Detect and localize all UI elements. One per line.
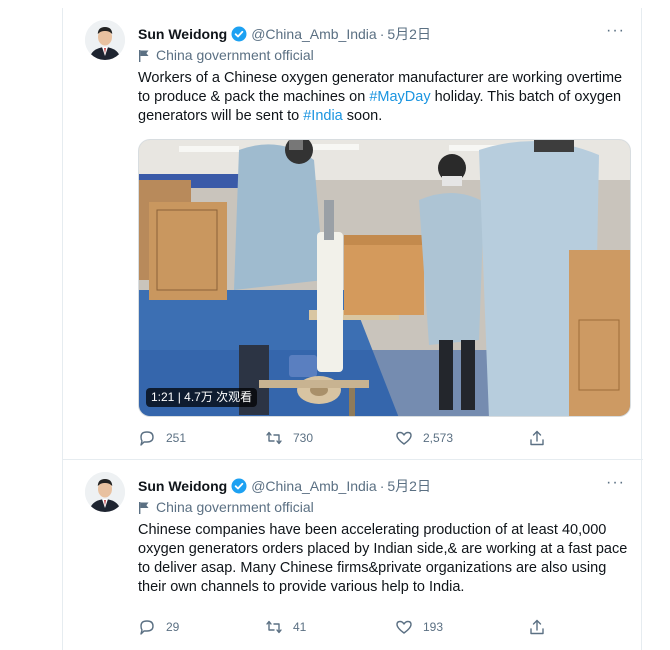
retweet-button[interactable]: 730 bbox=[265, 429, 313, 447]
video-player[interactable]: 1:21 | 4.7万 次观看 bbox=[138, 139, 631, 417]
retweet-count: 730 bbox=[293, 431, 314, 445]
like-icon bbox=[396, 620, 412, 634]
share-icon bbox=[530, 430, 544, 446]
like-count: 2,573 bbox=[423, 431, 454, 445]
timestamp[interactable]: 5月2日 bbox=[387, 24, 431, 44]
reply-count: 29 bbox=[166, 620, 180, 634]
video-view-count-badge: 1:21 | 4.7万 次观看 bbox=[146, 388, 258, 407]
tweet-header: Sun Weidong @China_Amb_India · 5月2日 bbox=[138, 476, 431, 496]
retweet-icon bbox=[266, 620, 282, 634]
verified-badge-icon bbox=[231, 26, 247, 42]
account-label: China government official bbox=[138, 47, 314, 63]
separator-dot: · bbox=[379, 26, 385, 42]
verified-badge-icon bbox=[231, 478, 247, 494]
hashtag-link[interactable]: #India bbox=[303, 108, 343, 124]
flag-icon bbox=[139, 49, 149, 62]
timestamp[interactable]: 5月2日 bbox=[387, 476, 431, 496]
action-bar: 251 730 2,573 bbox=[138, 429, 558, 449]
account-label-text: China government official bbox=[156, 499, 314, 515]
account-label: China government official bbox=[138, 499, 314, 515]
like-icon bbox=[396, 431, 412, 445]
hashtag-link[interactable]: #MayDay bbox=[369, 89, 430, 105]
reply-button[interactable]: 251 bbox=[138, 429, 186, 447]
action-bar: 29 41 193 bbox=[138, 618, 558, 638]
tweet[interactable]: Sun Weidong @China_Amb_India · 5月2日 ··· … bbox=[63, 8, 643, 460]
share-button[interactable] bbox=[528, 429, 556, 447]
author-name[interactable]: Sun Weidong bbox=[138, 478, 227, 494]
avatar[interactable] bbox=[85, 472, 125, 512]
flag-icon bbox=[139, 501, 149, 514]
avatar[interactable] bbox=[85, 20, 125, 60]
reply-icon bbox=[140, 431, 154, 446]
tweet-text: Chinese companies have been accelerating… bbox=[138, 522, 628, 595]
author-handle[interactable]: @China_Amb_India bbox=[251, 478, 377, 494]
retweet-icon bbox=[266, 431, 282, 445]
like-count: 193 bbox=[423, 620, 444, 634]
tweet-text: Workers of a Chinese oxygen generator ma… bbox=[138, 69, 633, 126]
more-icon[interactable]: ··· bbox=[606, 22, 625, 40]
share-button[interactable] bbox=[528, 618, 556, 636]
tweet[interactable]: Sun Weidong @China_Amb_India · 5月2日 ··· … bbox=[63, 460, 643, 650]
tweet-text-segment: soon. bbox=[342, 108, 383, 124]
reply-button[interactable]: 29 bbox=[138, 618, 179, 636]
like-button[interactable]: 2,573 bbox=[395, 429, 453, 447]
video-frame bbox=[139, 140, 630, 416]
tweet-feed: Sun Weidong @China_Amb_India · 5月2日 ··· … bbox=[62, 8, 643, 650]
account-label-text: China government official bbox=[156, 47, 314, 63]
like-button[interactable]: 193 bbox=[395, 618, 443, 636]
reply-icon bbox=[140, 620, 154, 635]
retweet-count: 41 bbox=[293, 620, 307, 634]
author-name[interactable]: Sun Weidong bbox=[138, 26, 227, 42]
tweet-header: Sun Weidong @China_Amb_India · 5月2日 bbox=[138, 24, 431, 44]
retweet-button[interactable]: 41 bbox=[265, 618, 306, 636]
reply-count: 251 bbox=[166, 431, 187, 445]
share-icon bbox=[530, 619, 544, 635]
separator-dot: · bbox=[379, 478, 385, 494]
more-icon[interactable]: ··· bbox=[606, 474, 625, 492]
author-handle[interactable]: @China_Amb_India bbox=[251, 26, 377, 42]
